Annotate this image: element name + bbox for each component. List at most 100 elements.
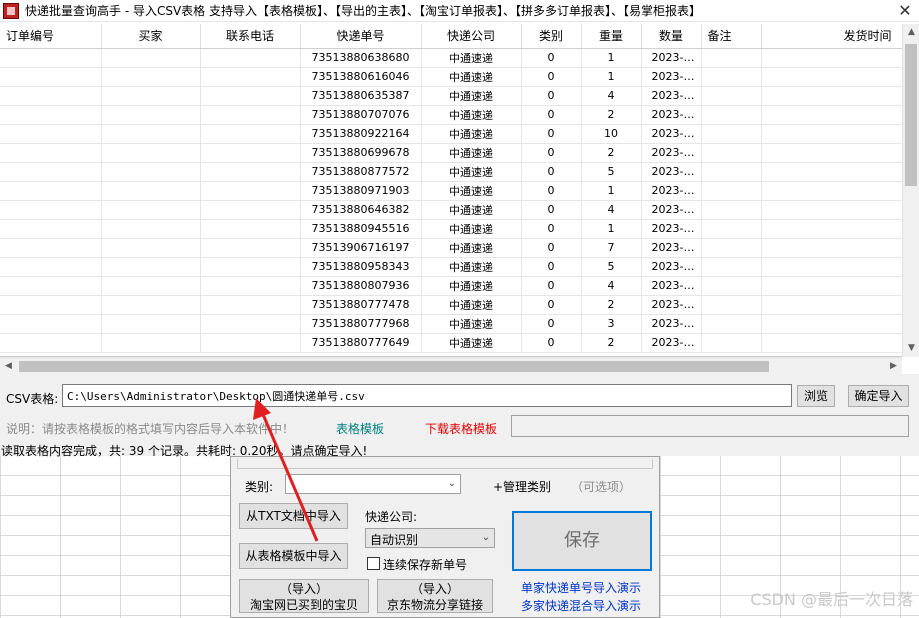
table-cell[interactable]: 73513880807936 [300,276,422,296]
table-cell[interactable] [200,314,301,334]
table-cell[interactable]: 2023-… [641,86,702,106]
table-cell[interactable] [101,314,201,334]
import-taobao-button[interactable]: （导入） 淘宝网已买到的宝贝 [239,579,369,613]
table-cell[interactable] [761,257,903,277]
table-row[interactable]: 73513880807936 中通速递 0 4 2023-… [0,276,903,296]
table-cell[interactable]: 2023-… [641,48,702,68]
table-cell[interactable] [200,333,301,353]
table-cell[interactable]: 0 [521,219,582,239]
table-cell[interactable]: 中通速递 [421,162,522,182]
table-cell[interactable] [761,238,903,258]
table-cell[interactable]: 0 [521,162,582,182]
table-cell[interactable] [0,105,102,125]
table-cell[interactable] [200,162,301,182]
table-cell[interactable] [761,314,903,334]
table-cell[interactable] [701,295,762,315]
table-cell[interactable]: 2023-… [641,105,702,125]
table-cell[interactable] [761,162,903,182]
table-cell[interactable]: 0 [521,295,582,315]
table-cell[interactable] [701,143,762,163]
table-row[interactable]: 73513880638680 中通速递 0 1 2023-… [0,48,903,68]
table-cell[interactable] [701,257,762,277]
table-cell[interactable] [761,333,903,353]
table-cell[interactable]: 中通速递 [421,67,522,87]
table-cell[interactable]: 4 [581,276,642,296]
table-cell[interactable] [0,162,102,182]
template-link[interactable]: 表格模板 [336,420,384,437]
save-button[interactable]: 保存 [512,511,652,571]
table-cell[interactable] [101,124,201,144]
table-cell[interactable] [200,257,301,277]
table-cell[interactable] [101,276,201,296]
table-cell[interactable]: 2 [581,143,642,163]
table-cell[interactable]: 中通速递 [421,257,522,277]
table-cell[interactable]: 1 [581,67,642,87]
table-cell[interactable] [200,143,301,163]
table-cell[interactable] [761,67,903,87]
table-cell[interactable] [761,200,903,220]
table-cell[interactable]: 2023-… [641,181,702,201]
table-cell[interactable]: 2023-… [641,238,702,258]
table-cell[interactable]: 2023-… [641,162,702,182]
scroll-left-icon[interactable]: ◀ [0,358,17,375]
table-cell[interactable]: 0 [521,86,582,106]
table-cell[interactable]: 0 [521,181,582,201]
table-cell[interactable]: 4 [581,200,642,220]
browse-button[interactable]: 浏览 [797,385,835,407]
confirm-import-button[interactable]: 确定导入 [848,385,909,407]
table-cell[interactable]: 73513880777478 [300,295,422,315]
table-cell[interactable] [761,181,903,201]
table-cell[interactable]: 0 [521,276,582,296]
table-row[interactable]: 73513880922164 中通速递 0 10 2023-… [0,124,903,144]
table-cell[interactable] [101,48,201,68]
table-cell[interactable] [701,200,762,220]
table-cell[interactable]: 73513880638680 [300,48,422,68]
table-cell[interactable] [200,276,301,296]
table-cell[interactable] [701,124,762,144]
category-select[interactable]: ⌄ [285,474,461,494]
table-cell[interactable]: 1 [581,181,642,201]
table-cell[interactable] [0,86,102,106]
table-cell[interactable] [200,105,301,125]
table-cell[interactable] [200,48,301,68]
column-header-quantity[interactable]: 数量 [641,24,702,49]
table-row[interactable]: 73513880707076 中通速递 0 2 2023-… [0,105,903,125]
table-cell[interactable]: 73513880971903 [300,181,422,201]
column-header-weight[interactable]: 重量 [581,24,642,49]
column-header-remark[interactable]: 备注 [701,24,762,49]
table-cell[interactable]: 0 [521,257,582,277]
import-txt-button[interactable]: 从TXT文档中导入 [239,503,348,529]
table-cell[interactable]: 中通速递 [421,86,522,106]
table-cell[interactable]: 2023-… [641,219,702,239]
vertical-scroll-thumb[interactable] [905,44,917,186]
table-cell[interactable]: 2023-… [641,257,702,277]
table-cell[interactable]: 2023-… [641,314,702,334]
single-courier-demo-link[interactable]: 单家快递单号导入演示 [521,579,641,596]
table-cell[interactable]: 73513880635387 [300,86,422,106]
table-cell[interactable]: 4 [581,86,642,106]
table-cell[interactable]: 10 [581,124,642,144]
table-cell[interactable] [701,333,762,353]
table-cell[interactable] [761,105,903,125]
table-cell[interactable] [101,200,201,220]
column-header-courier[interactable]: 快递公司 [421,24,522,49]
table-cell[interactable] [701,238,762,258]
table-row[interactable]: 73513880646382 中通速递 0 4 2023-… [0,200,903,220]
table-cell[interactable]: 0 [521,314,582,334]
table-cell[interactable]: 5 [581,257,642,277]
table-cell[interactable] [0,276,102,296]
table-cell[interactable] [200,67,301,87]
table-row[interactable]: 73513880635387 中通速递 0 4 2023-… [0,86,903,106]
table-cell[interactable]: 2023-… [641,276,702,296]
table-cell[interactable]: 0 [521,105,582,125]
table-cell[interactable] [101,86,201,106]
scroll-up-icon[interactable]: ▲ [903,24,919,41]
table-cell[interactable]: 7 [581,238,642,258]
table-row[interactable]: 73513880699678 中通速递 0 2 2023-… [0,143,903,163]
table-cell[interactable]: 0 [521,333,582,353]
table-cell[interactable] [0,143,102,163]
table-cell[interactable]: 73513880646382 [300,200,422,220]
table-cell[interactable] [0,124,102,144]
table-cell[interactable]: 73513880945516 [300,219,422,239]
table-cell[interactable] [701,276,762,296]
